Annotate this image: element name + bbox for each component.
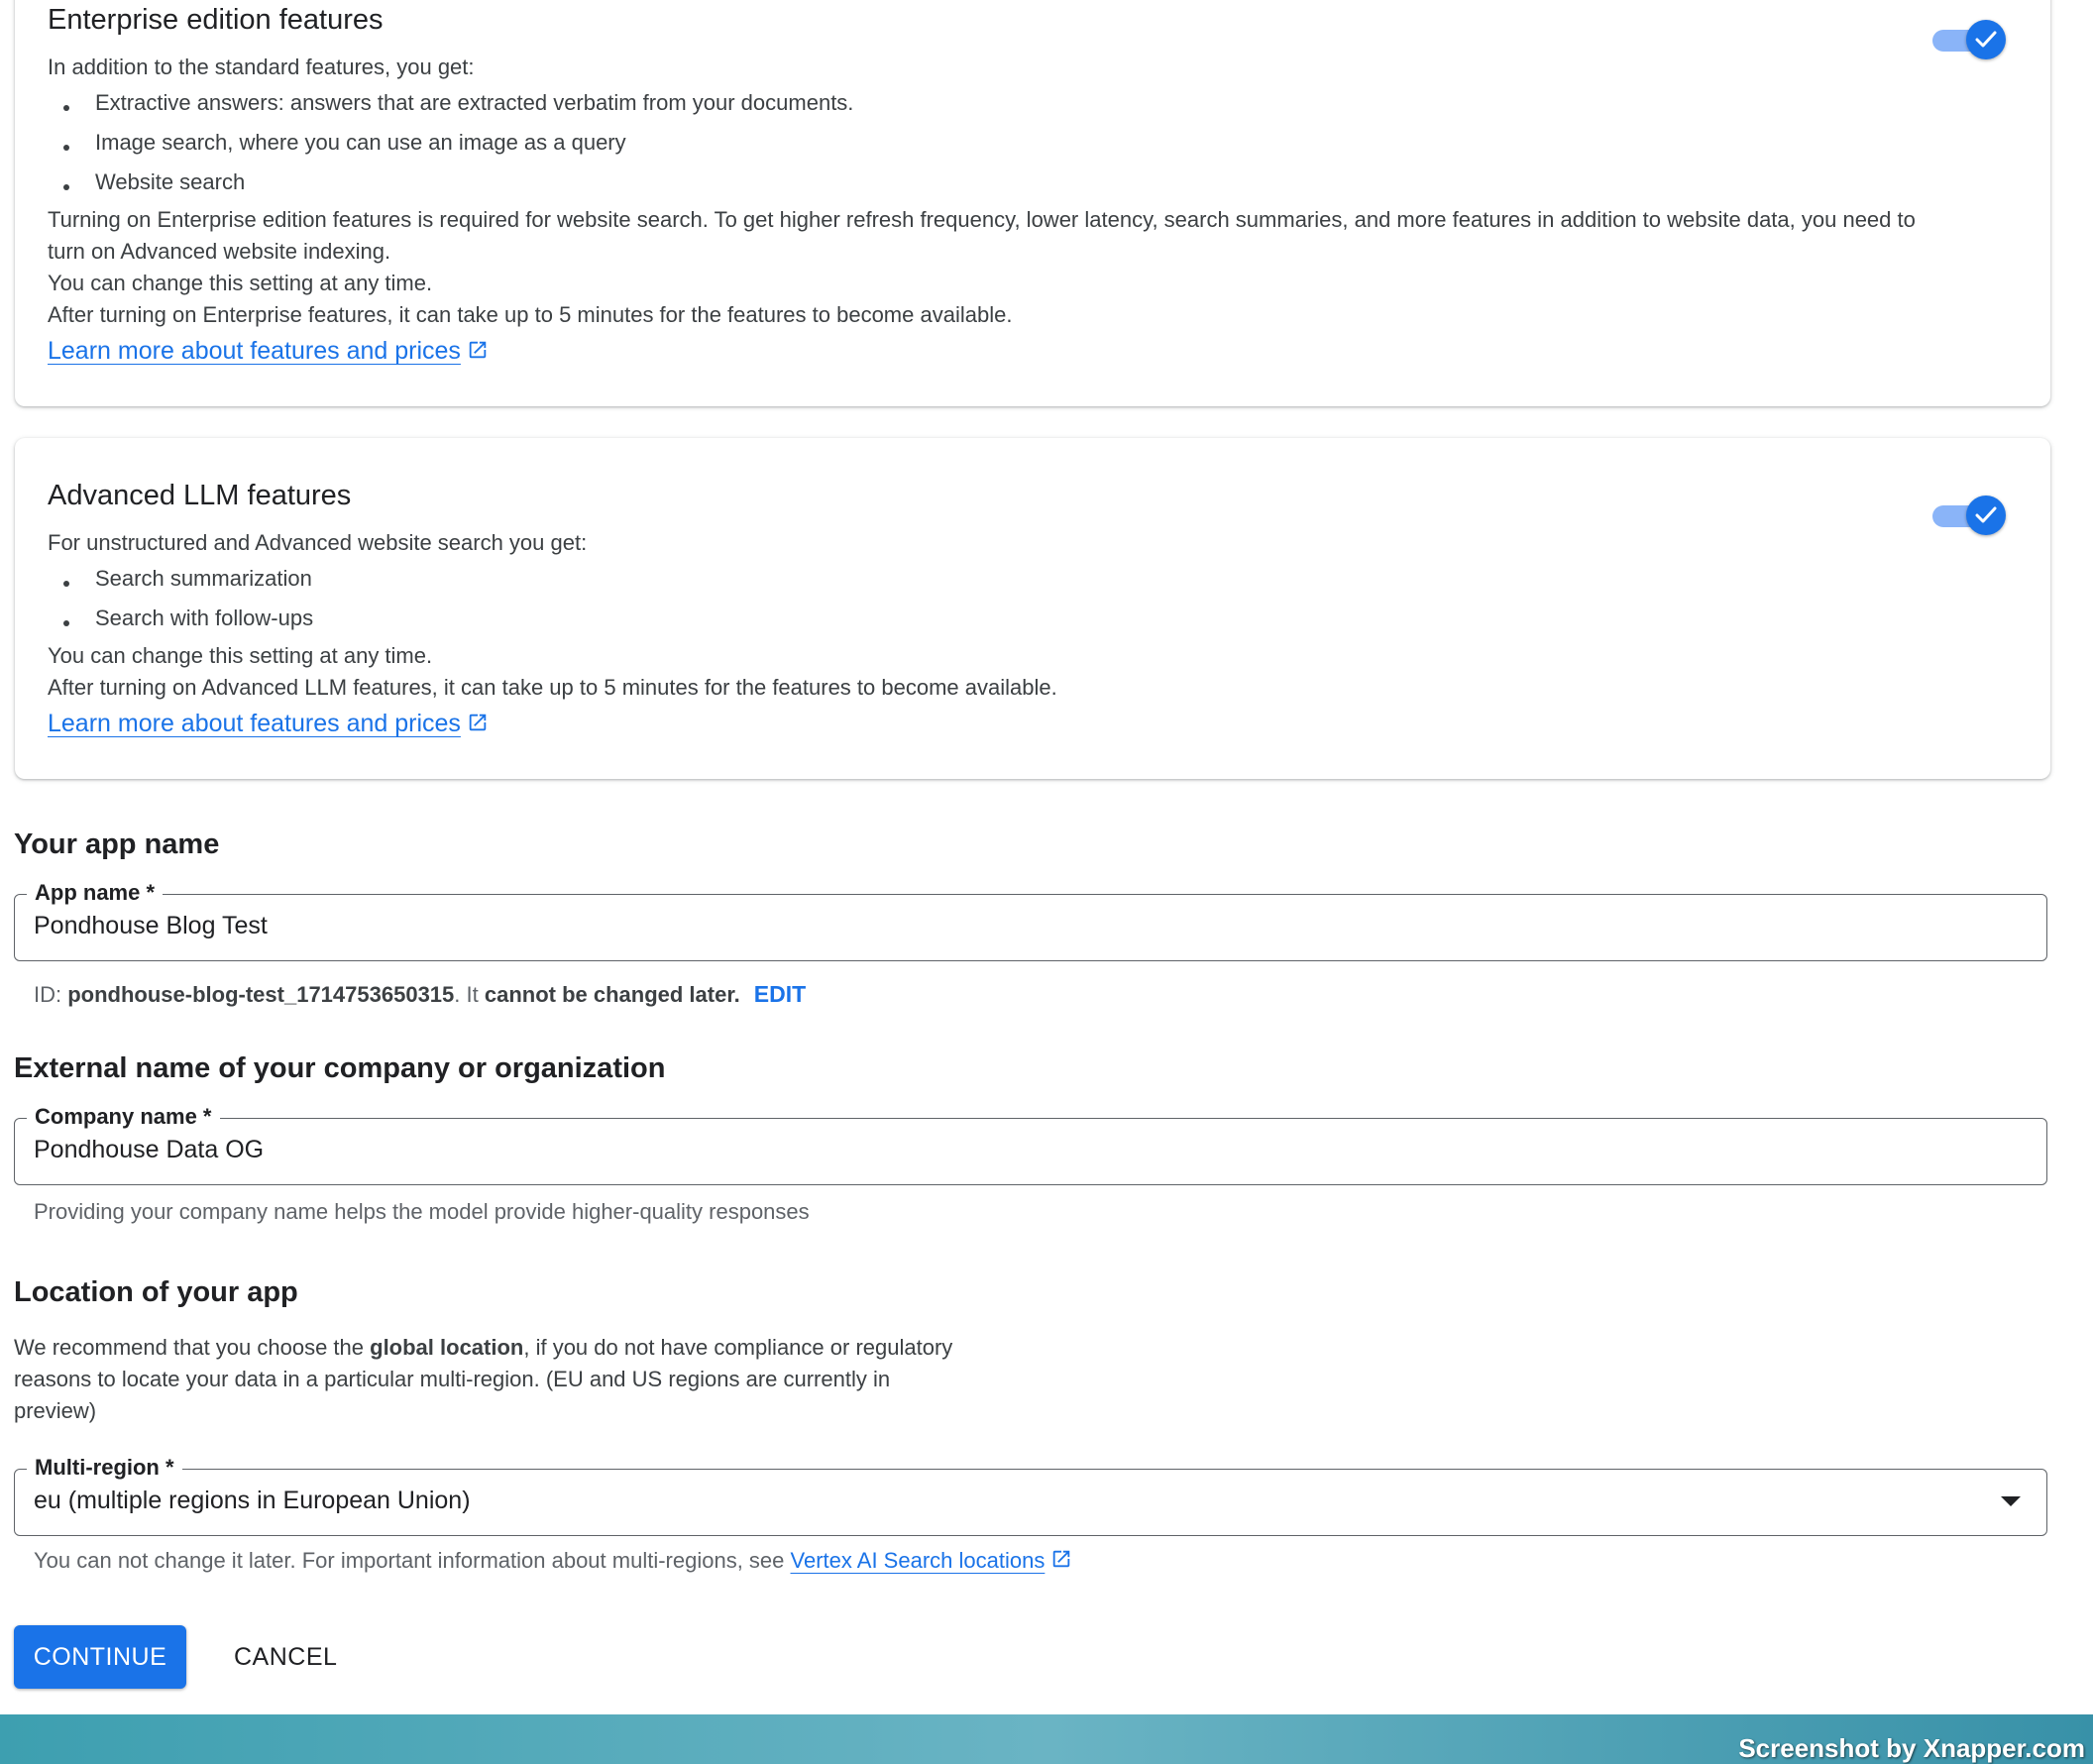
llm-card-title: Advanced LLM features — [48, 480, 352, 511]
app-id-value: pondhouse-blog-test_1714753650315 — [67, 982, 455, 1007]
company-name-hint: Providing your company name helps the mo… — [34, 1199, 810, 1224]
multi-region-select[interactable]: Multi-region * eu (multiple regions in E… — [14, 1453, 2047, 1536]
enterprise-features-toggle[interactable] — [1932, 20, 2008, 59]
toggle-thumb — [1966, 20, 2006, 59]
enterprise-link-row: Learn more about features and prices — [48, 337, 2050, 366]
llm-link-row: Learn more about features and prices — [48, 710, 2050, 738]
list-item: Website search — [48, 163, 2050, 202]
check-icon — [1975, 31, 1997, 48]
location-desc-line-3: preview) — [14, 1398, 97, 1423]
list-item: Image search, where you can use an image… — [48, 123, 2050, 163]
llm-features-toggle[interactable] — [1932, 496, 2008, 535]
llm-card-content: Advanced LLM features For unstructured a… — [48, 478, 2050, 738]
edit-app-id-button[interactable]: EDIT — [754, 981, 806, 1007]
app-id-mid: . It — [454, 982, 485, 1007]
llm-availability-note: After turning on Advanced LLM features, … — [48, 675, 1057, 700]
app-name-field[interactable]: App name * Pondhouse Blog Test — [14, 878, 2047, 961]
multi-region-hint-text: You can not change it later. For importa… — [34, 1548, 791, 1573]
enterprise-features-card: Enterprise edition features In addition … — [15, 0, 2050, 406]
location-heading: Location of your app — [14, 1276, 298, 1308]
external-link-icon — [469, 714, 487, 731]
location-desc-pre: We recommend that you choose the — [14, 1335, 371, 1360]
check-icon — [1975, 506, 1997, 523]
enterprise-card-title: Enterprise edition features — [48, 4, 384, 36]
toggle-thumb — [1966, 496, 2006, 535]
enterprise-learn-more-link[interactable]: Learn more about features and prices — [48, 337, 461, 365]
app-id-prefix: ID: — [34, 982, 68, 1007]
app-name-heading: Your app name — [14, 828, 220, 860]
continue-button[interactable]: CONTINUE — [14, 1625, 186, 1689]
llm-change-note: You can change this setting at any time. — [48, 643, 433, 668]
external-link-icon — [1053, 1550, 1070, 1568]
list-item: Extractive answers: answers that are ext… — [48, 83, 2050, 123]
multi-region-value: eu (multiple regions in European Union) — [34, 1487, 471, 1514]
multi-region-hint: You can not change it later. For importa… — [34, 1548, 1072, 1574]
location-desc-bold: global location — [370, 1335, 524, 1360]
app-id-hint: ID: pondhouse-blog-test_1714753650315. I… — [34, 981, 806, 1008]
enterprise-intro: In addition to the standard features, yo… — [48, 55, 475, 79]
cancel-button[interactable]: CANCEL — [218, 1625, 353, 1689]
external-link-icon — [469, 341, 487, 359]
multi-region-label: Multi-region * — [27, 1453, 182, 1483]
company-name-input[interactable]: Pondhouse Data OG — [34, 1136, 264, 1164]
list-item: Search summarization — [48, 559, 2050, 599]
company-name-heading: External name of your company or organiz… — [14, 1052, 666, 1084]
location-desc-line-1: We recommend that you choose the global … — [14, 1332, 952, 1364]
enterprise-availability-note: After turning on Enterprise features, it… — [48, 302, 1013, 327]
dropdown-arrow-icon — [2001, 1496, 2021, 1506]
enterprise-feature-list: Extractive answers: answers that are ext… — [48, 83, 2050, 202]
llm-learn-more-link[interactable]: Learn more about features and prices — [48, 710, 461, 737]
list-item: Search with follow-ups — [48, 599, 2050, 638]
llm-feature-list: Search summarization Search with follow-… — [48, 559, 2050, 638]
app-id-warning: cannot be changed later. — [484, 982, 740, 1007]
vertex-locations-link[interactable]: Vertex AI Search locations — [791, 1548, 1046, 1573]
llm-features-card: Advanced LLM features For unstructured a… — [15, 438, 2050, 779]
enterprise-change-note: You can change this setting at any time. — [48, 271, 433, 295]
app-name-input[interactable]: Pondhouse Blog Test — [34, 912, 268, 940]
enterprise-description: Turning on Enterprise edition features i… — [48, 207, 1916, 264]
enterprise-card-content: Enterprise edition features In addition … — [48, 2, 2050, 366]
location-desc-post: , if you do not have compliance or regul… — [523, 1335, 953, 1360]
location-description: We recommend that you choose the global … — [14, 1332, 952, 1427]
company-name-label: Company name * — [27, 1102, 220, 1132]
app-name-label: App name * — [27, 878, 164, 908]
llm-intro: For unstructured and Advanced website se… — [48, 530, 588, 555]
location-desc-line-2: reasons to locate your data in a particu… — [14, 1367, 891, 1391]
company-name-field[interactable]: Company name * Pondhouse Data OG — [14, 1102, 2047, 1185]
screenshot-watermark: Screenshot by Xnapper.com — [1738, 1733, 2085, 1763]
